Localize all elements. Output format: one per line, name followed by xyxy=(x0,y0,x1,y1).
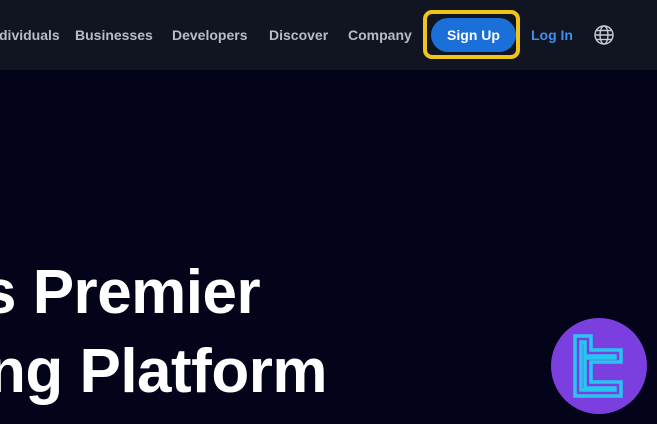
signup-button[interactable]: Sign Up xyxy=(431,18,516,52)
nav-item-company[interactable]: Company xyxy=(348,26,412,44)
login-link[interactable]: Log In xyxy=(531,26,573,44)
page: dividuals Businesses Developers Discover… xyxy=(0,0,657,424)
hero-heading-line-2: ng Platform xyxy=(0,337,327,406)
brand-badge xyxy=(551,318,647,414)
tc-logo-icon xyxy=(573,334,623,398)
globe-icon[interactable] xyxy=(593,24,615,46)
nav-item-businesses[interactable]: Businesses xyxy=(75,26,153,44)
hero-heading-line-1: s Premier xyxy=(0,258,261,327)
top-navbar: dividuals Businesses Developers Discover… xyxy=(0,0,657,70)
nav-item-individuals[interactable]: dividuals xyxy=(0,26,60,44)
nav-item-discover[interactable]: Discover xyxy=(269,26,328,44)
nav-item-developers[interactable]: Developers xyxy=(172,26,247,44)
